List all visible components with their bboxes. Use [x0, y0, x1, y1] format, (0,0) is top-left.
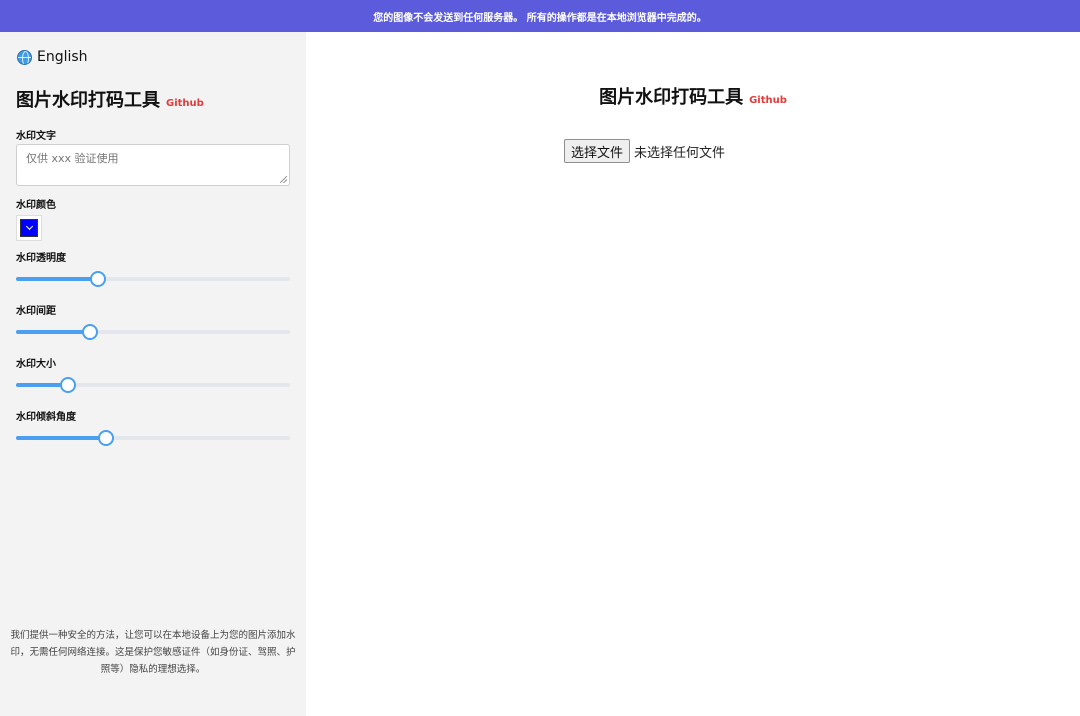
watermark-color-label: 水印颜色 — [16, 200, 56, 211]
choose-file-button[interactable]: 选择文件 — [564, 139, 631, 163]
size-label: 水印大小 — [16, 359, 56, 370]
slider-thumb[interactable] — [82, 324, 98, 340]
slider-thumb[interactable] — [90, 271, 106, 287]
slider-fill — [16, 277, 98, 281]
sidebar-github-link[interactable]: Github — [166, 98, 204, 109]
preview-area: 图片水印打码工具 Github 选择文件 未选择任何文件 — [306, 32, 1080, 716]
globe-icon — [17, 49, 32, 65]
main-title: 图片水印打码工具 Github — [306, 83, 1080, 109]
main-title-text: 图片水印打码工具 — [599, 87, 744, 108]
angle-label: 水印倾斜角度 — [16, 412, 76, 423]
sidebar-title-text: 图片水印打码工具 — [16, 90, 160, 111]
opacity-label: 水印透明度 — [16, 253, 66, 264]
color-swatch — [20, 219, 38, 237]
slider-thumb[interactable] — [60, 377, 76, 393]
resize-grip-icon[interactable] — [280, 176, 287, 183]
opacity-slider[interactable] — [16, 271, 290, 287]
privacy-banner: 您的图像不会发送到任何服务器。 所有的操作都是在本地浏览器中完成的。 — [0, 0, 1080, 32]
chevron-down-icon — [25, 222, 33, 231]
slider-fill — [16, 436, 106, 440]
file-picker: 选择文件 未选择任何文件 — [564, 139, 725, 163]
watermark-color-picker[interactable] — [16, 215, 42, 241]
size-slider[interactable] — [16, 377, 290, 393]
file-status-text: 未选择任何文件 — [634, 145, 726, 161]
slider-thumb[interactable] — [98, 430, 114, 446]
watermark-text-label: 水印文字 — [16, 131, 56, 142]
settings-sidebar: English 图片水印打码工具 Github 水印文字 水印颜色 水印透明度 … — [0, 32, 306, 716]
angle-slider[interactable] — [16, 430, 290, 446]
watermark-text-input[interactable] — [16, 144, 290, 186]
language-label: English — [37, 49, 88, 65]
main-github-link[interactable]: Github — [749, 95, 787, 106]
privacy-footnote: 我们提供一种安全的方法，让您可以在本地设备上为您的图片添加水印，无需任何网络连接… — [10, 630, 296, 675]
slider-fill — [16, 330, 90, 334]
spacing-label: 水印间距 — [16, 306, 56, 317]
sidebar-title: 图片水印打码工具 Github — [16, 86, 204, 112]
banner-text: 您的图像不会发送到任何服务器。 所有的操作都是在本地浏览器中完成的。 — [373, 12, 707, 24]
language-switcher[interactable]: English — [17, 49, 88, 65]
spacing-slider[interactable] — [16, 324, 290, 340]
